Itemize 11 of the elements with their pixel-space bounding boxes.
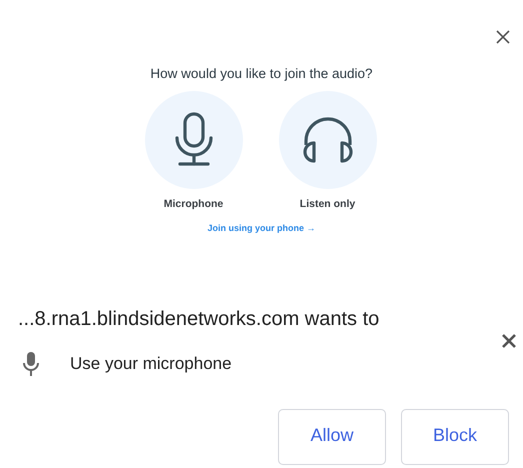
microphone-icon — [22, 351, 40, 377]
permission-origin: ...8.rna1.blindsidenetworks.com wants to — [18, 308, 380, 331]
phone-link[interactable]: Join using your phone → — [208, 223, 316, 233]
headphones-icon — [300, 117, 354, 163]
dialog-title: How would you like to join the audio? — [150, 66, 373, 81]
close-button[interactable] — [494, 28, 512, 46]
allow-button[interactable]: Allow — [278, 409, 386, 465]
permission-request: Use your microphone — [70, 354, 232, 374]
microphone-icon — [174, 112, 214, 168]
block-button[interactable]: Block — [401, 409, 509, 465]
close-button[interactable] — [500, 332, 518, 350]
